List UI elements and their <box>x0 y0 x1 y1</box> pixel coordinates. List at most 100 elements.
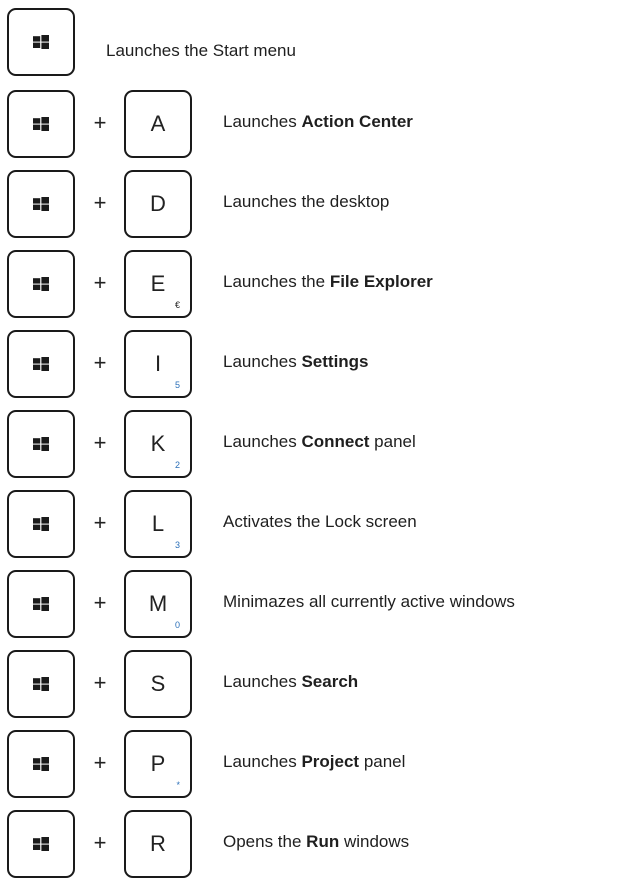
description-text: Launches the desktop <box>223 192 390 211</box>
description-text: Launches <box>223 112 302 131</box>
shortcut-description: Launches the desktop <box>223 192 389 212</box>
description-text: Launches <box>223 432 302 451</box>
shortcut-description: Launches Connect panel <box>223 432 416 452</box>
key-secondary-label: * <box>176 780 180 790</box>
shortcut-row: + P * Launches Project panel <box>0 728 633 800</box>
plus-sign: + <box>93 510 107 535</box>
letter-key: A <box>124 90 192 158</box>
windows-logo-icon <box>33 517 49 531</box>
shortcut-row: + S Launches Search <box>0 648 633 720</box>
shortcut-row: + D Launches the desktop <box>0 168 633 240</box>
shortcut-row: + A Launches Action Center <box>0 88 633 160</box>
key-label: M <box>148 591 168 616</box>
plus-sign: + <box>93 430 107 455</box>
key-label: L <box>151 511 165 536</box>
shortcut-row: + K 2 Launches Connect panel <box>0 408 633 480</box>
windows-logo-icon <box>33 117 49 131</box>
description-text: Launches <box>223 352 302 371</box>
shortcut-row: + E € Launches the File Explorer <box>0 248 633 320</box>
letter-key: K2 <box>124 410 192 478</box>
description-text-suffix: windows <box>339 832 410 851</box>
description-text: Activates the Lock screen <box>223 512 417 531</box>
windows-logo-icon <box>33 597 49 611</box>
letter-key: R <box>124 810 192 878</box>
description-emphasis: File Explorer <box>329 272 433 291</box>
letter-key: I5 <box>124 330 192 398</box>
windows-key <box>7 90 75 158</box>
windows-key <box>7 650 75 718</box>
windows-key <box>7 410 75 478</box>
key-secondary-label: 2 <box>174 460 180 470</box>
plus-sign: + <box>93 110 107 135</box>
windows-logo-icon <box>33 277 49 291</box>
shortcut-description: Launches Action Center <box>223 112 413 132</box>
letter-key: L3 <box>124 490 192 558</box>
description-emphasis: Settings <box>301 352 369 371</box>
letter-key: E € <box>124 250 192 318</box>
windows-key <box>7 570 75 638</box>
key-secondary-label: 0 <box>174 620 180 630</box>
key-secondary-label: 3 <box>174 540 180 550</box>
shortcut-row: + R Opens the Run windows <box>0 808 633 880</box>
plus-sign: + <box>93 750 107 775</box>
windows-key <box>7 250 75 318</box>
windows-key <box>7 490 75 558</box>
windows-logo-icon <box>33 197 49 211</box>
plus-sign: + <box>93 670 107 695</box>
windows-key <box>7 730 75 798</box>
windows-key <box>7 810 75 878</box>
shortcut-description: Launches Project panel <box>223 752 405 772</box>
description-text: Launches <box>223 672 302 691</box>
windows-logo-icon <box>33 677 49 691</box>
plus-sign: + <box>93 830 107 855</box>
first-row: Launches the Start menu <box>0 6 633 78</box>
shortcut-description: Activates the Lock screen <box>223 512 417 532</box>
plus-sign: + <box>93 270 107 295</box>
shortcut-description: Launches Settings <box>223 352 369 372</box>
key-secondary-label: € <box>174 300 180 310</box>
description-text: Launches the <box>223 272 330 291</box>
start-menu-description: Launches the Start menu <box>106 41 296 60</box>
shortcut-description: Launches Search <box>223 672 358 692</box>
shortcut-row: + L 3 Activates the Lock screen <box>0 488 633 560</box>
key-label: R <box>150 831 166 856</box>
key-label: E <box>150 271 166 296</box>
shortcut-description: Minimazes all currently active windows <box>223 592 515 612</box>
shortcut-description: Opens the Run windows <box>223 832 409 852</box>
description-emphasis: Project <box>301 752 360 771</box>
description-emphasis: Run <box>306 832 340 851</box>
description-text: Minimazes all currently active windows <box>223 592 515 611</box>
shortcut-description: Launches the File Explorer <box>223 272 433 292</box>
windows-logo-icon <box>33 357 49 371</box>
windows-key <box>7 8 75 76</box>
key-label: D <box>150 191 166 216</box>
key-secondary-label: 5 <box>174 380 180 390</box>
description-emphasis: Action Center <box>301 112 413 131</box>
key-label: I <box>154 351 162 376</box>
windows-key <box>7 170 75 238</box>
letter-key: P * <box>124 730 192 798</box>
windows-logo-icon <box>33 837 49 851</box>
description-text: Launches <box>223 752 302 771</box>
description-text: Opens the <box>223 832 307 851</box>
windows-logo-icon <box>33 757 49 771</box>
letter-key: S <box>124 650 192 718</box>
description-emphasis: Connect <box>301 432 370 451</box>
windows-logo-icon <box>33 437 49 451</box>
key-label: K <box>150 431 166 456</box>
key-label: P <box>150 751 166 776</box>
shortcut-row: + M 0 Minimazes all currently active window… <box>0 568 633 640</box>
letter-key: M0 <box>124 570 192 638</box>
key-label: S <box>150 671 166 696</box>
description-emphasis: Search <box>301 672 359 691</box>
plus-sign: + <box>93 590 107 615</box>
description-text-suffix: panel <box>369 432 416 451</box>
shortcut-row: + I 5 Launches Settings <box>0 328 633 400</box>
plus-sign: + <box>93 190 107 215</box>
key-label: A <box>150 111 166 136</box>
letter-key: D <box>124 170 192 238</box>
windows-key <box>7 330 75 398</box>
windows-logo-icon <box>33 35 49 49</box>
description-text-suffix: panel <box>359 752 406 771</box>
plus-sign: + <box>93 350 107 375</box>
